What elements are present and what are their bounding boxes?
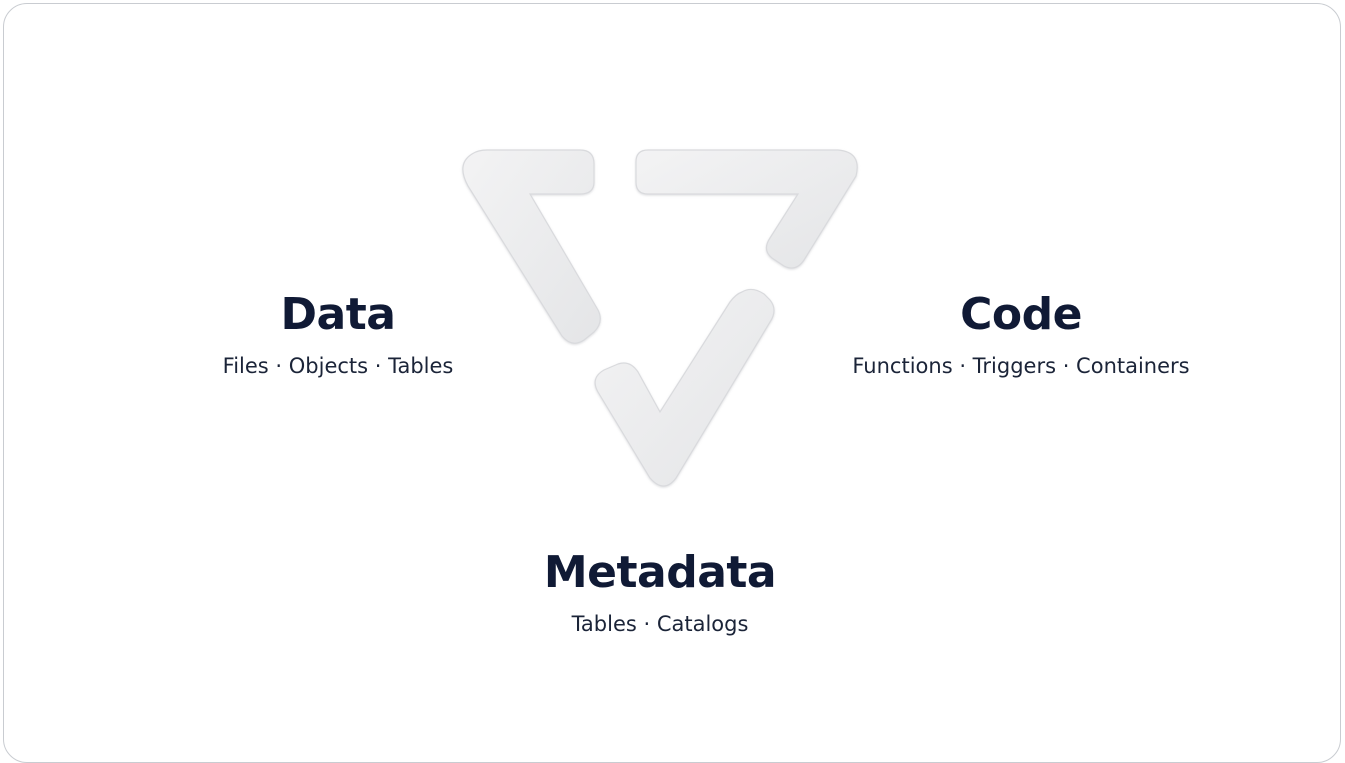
node-data-title: Data xyxy=(280,289,396,340)
node-code-subtitle: Functions · Triggers · Containers xyxy=(852,354,1190,378)
node-code: Code Functions · Triggers · Containers xyxy=(812,290,1230,380)
node-data-subtitle: Files · Objects · Tables xyxy=(222,354,454,378)
node-code-title: Code xyxy=(960,289,1082,340)
logo-segment-right xyxy=(635,149,858,269)
node-metadata-subtitle: Tables · Catalogs xyxy=(571,612,749,636)
node-metadata-title: Metadata xyxy=(543,547,777,598)
logo-segment-bottom xyxy=(594,288,775,487)
node-metadata: Metadata Tables · Catalogs xyxy=(510,548,810,638)
node-data: Data Files · Objects · Tables xyxy=(188,290,488,380)
